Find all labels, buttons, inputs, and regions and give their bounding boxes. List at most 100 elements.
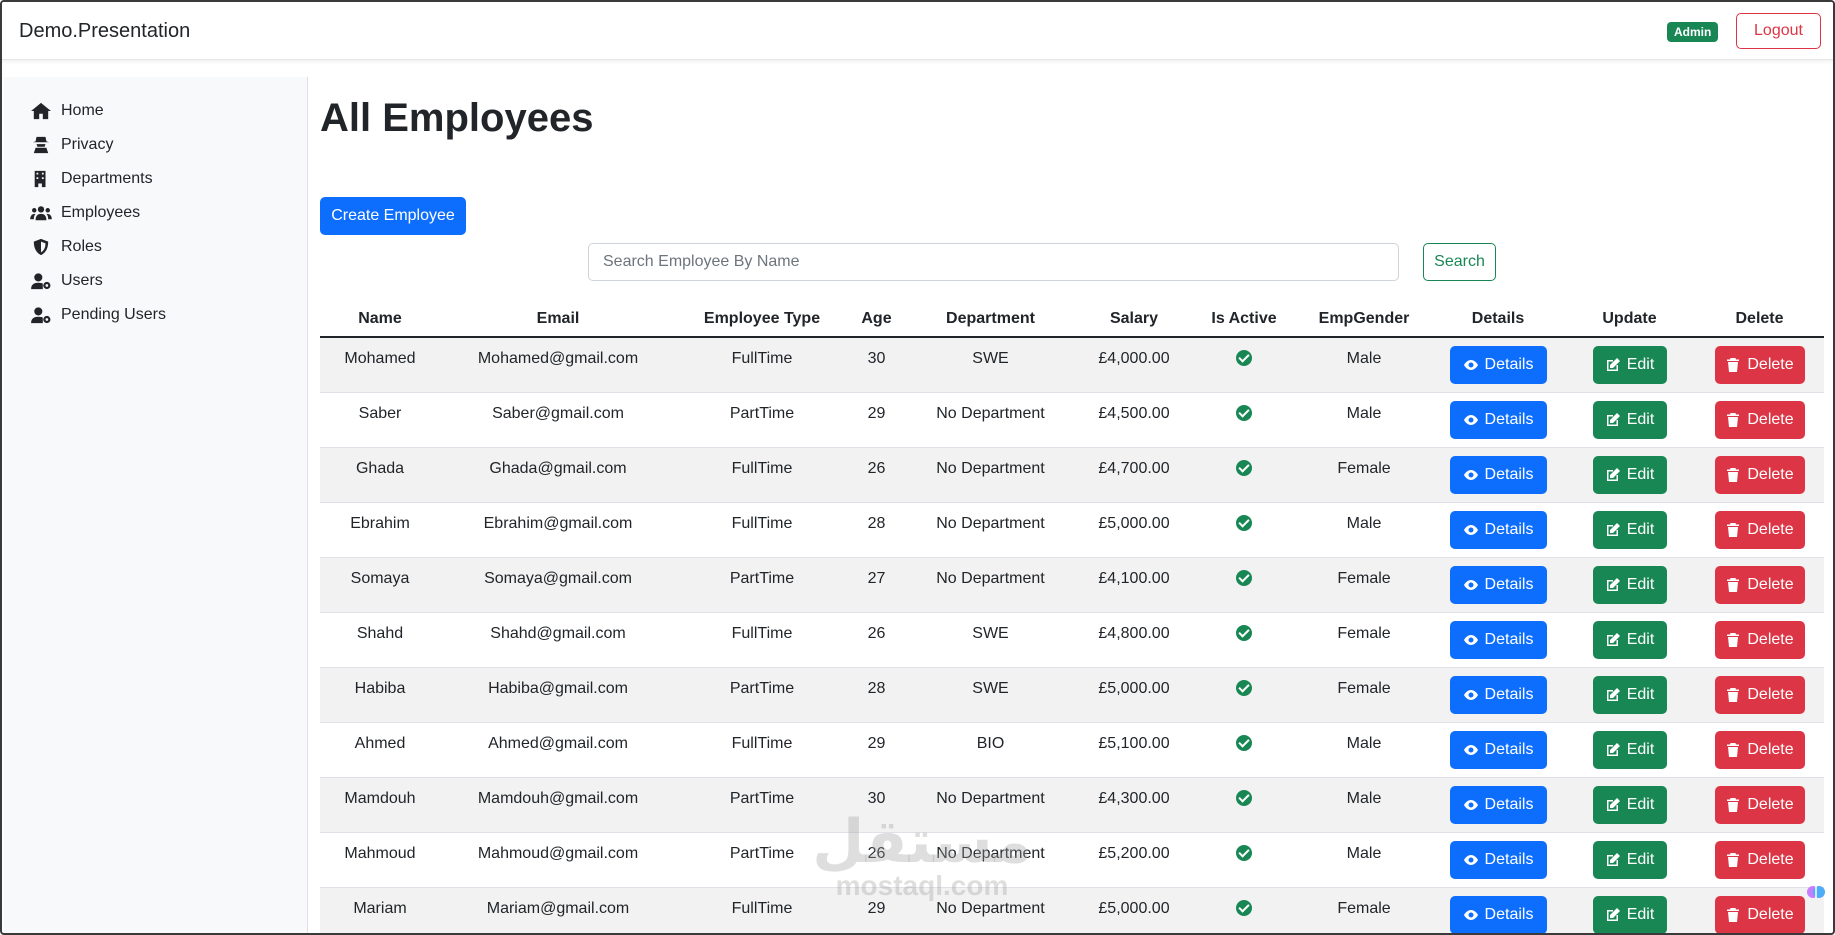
details-button[interactable]: Details xyxy=(1449,400,1547,439)
age-cell: 26 xyxy=(848,832,905,888)
delete-button[interactable]: Delete xyxy=(1714,785,1805,824)
sidebar-item-label: Pending Users xyxy=(61,306,166,323)
details-cell: Details xyxy=(1432,447,1564,503)
details-button[interactable]: Details xyxy=(1449,346,1547,384)
sidebar-item-home[interactable]: Home xyxy=(30,96,104,126)
button-label: Details xyxy=(1484,850,1534,868)
user-secret-icon xyxy=(32,136,50,154)
delete-button[interactable]: Delete xyxy=(1714,346,1805,384)
details-button[interactable]: Details xyxy=(1449,620,1547,659)
edit-button[interactable]: Edit xyxy=(1592,730,1667,769)
sidebar-item-privacy[interactable]: Privacy xyxy=(30,130,113,160)
details-button[interactable]: Details xyxy=(1449,510,1547,549)
trash-icon xyxy=(1727,687,1740,702)
edit-button[interactable]: Edit xyxy=(1592,840,1667,879)
employee-type-cell: FullTime xyxy=(676,502,848,558)
name-cell: Somaya xyxy=(320,557,440,613)
edit-button[interactable]: Edit xyxy=(1592,400,1667,439)
edit-button[interactable]: Edit xyxy=(1592,675,1667,714)
details-button[interactable]: Details xyxy=(1449,565,1547,604)
users-icon xyxy=(30,206,52,221)
edit-icon xyxy=(1606,742,1620,756)
details-button[interactable]: Details xyxy=(1449,675,1547,714)
logout-button[interactable]: Logout xyxy=(1736,13,1821,49)
age-cell: 30 xyxy=(848,337,905,393)
gender-cell: Female xyxy=(1296,447,1432,503)
delete-cell: Delete xyxy=(1695,612,1824,668)
sidebar-item-pending-users[interactable]: Pending Users xyxy=(30,300,166,330)
button-label: Edit xyxy=(1626,850,1655,868)
edit-button[interactable]: Edit xyxy=(1592,565,1667,604)
sidebar-item-departments[interactable]: Departments xyxy=(30,164,153,194)
table-row: Ebrahim Ebrahim@gmail.com FullTime 28 No Dep… xyxy=(320,502,1824,558)
department-cell: No Department xyxy=(905,447,1076,503)
details-cell: Details xyxy=(1432,392,1564,448)
department-cell: SWE xyxy=(905,337,1076,393)
is-active-cell xyxy=(1192,392,1296,448)
edit-button[interactable]: Edit xyxy=(1592,346,1667,384)
building-icon xyxy=(34,170,46,188)
sidebar-item-users[interactable]: Users xyxy=(30,266,103,296)
button-label: Edit xyxy=(1626,520,1655,538)
delete-button[interactable]: Delete xyxy=(1714,730,1805,769)
column-header-email: Email xyxy=(440,302,676,338)
age-cell: 28 xyxy=(848,502,905,558)
eye-icon xyxy=(1463,414,1478,425)
table-header-row: Name Email Employee Type Age Department Salar… xyxy=(320,302,1824,338)
button-label: Details xyxy=(1484,575,1534,593)
edit-button[interactable]: Edit xyxy=(1592,785,1667,824)
edit-button[interactable]: Edit xyxy=(1592,620,1667,659)
brain-icon[interactable] xyxy=(1806,882,1826,902)
delete-button[interactable]: Delete xyxy=(1714,620,1805,659)
edit-button[interactable]: Edit xyxy=(1592,455,1667,494)
button-label: Details xyxy=(1484,520,1534,538)
check-circle-icon xyxy=(1236,844,1252,861)
button-label: Edit xyxy=(1626,905,1655,923)
delete-button[interactable]: Delete xyxy=(1714,675,1805,714)
sidebar-item-label: Employees xyxy=(61,204,141,221)
edit-button[interactable]: Edit xyxy=(1592,510,1667,549)
delete-button[interactable]: Delete xyxy=(1714,840,1805,879)
check-circle-icon xyxy=(1236,459,1252,476)
button-label: Edit xyxy=(1626,630,1655,648)
create-employee-button[interactable]: Create Employee xyxy=(320,197,466,235)
is-active-cell xyxy=(1192,832,1296,888)
email-cell: Ghada@gmail.com xyxy=(440,447,676,503)
delete-button[interactable]: Delete xyxy=(1714,565,1805,604)
brand-link[interactable]: Demo.Presentation xyxy=(19,20,190,43)
edit-icon xyxy=(1606,797,1620,811)
button-label: Edit xyxy=(1626,795,1655,813)
delete-button[interactable]: Delete xyxy=(1714,895,1805,933)
sidebar-item-employees[interactable]: Employees xyxy=(30,198,140,228)
edit-button[interactable]: Edit xyxy=(1592,895,1667,933)
delete-button[interactable]: Delete xyxy=(1714,400,1805,439)
delete-button[interactable]: Delete xyxy=(1714,510,1805,549)
edit-cell: Edit xyxy=(1564,447,1695,503)
salary-cell: £5,000.00 xyxy=(1076,502,1192,558)
is-active-cell xyxy=(1192,667,1296,723)
delete-cell: Delete xyxy=(1695,392,1824,448)
sidebar-item-roles[interactable]: Roles xyxy=(30,232,102,262)
trash-icon xyxy=(1727,358,1740,372)
details-cell: Details xyxy=(1432,777,1564,833)
delete-button[interactable]: Delete xyxy=(1714,455,1805,494)
check-circle-icon xyxy=(1236,789,1252,806)
details-button[interactable]: Details xyxy=(1449,730,1547,769)
edit-icon xyxy=(1606,522,1620,536)
edit-icon xyxy=(1606,358,1620,371)
salary-cell: £5,200.00 xyxy=(1076,832,1192,888)
name-cell: Ghada xyxy=(320,447,440,503)
details-button[interactable]: Details xyxy=(1449,785,1547,824)
search-input[interactable] xyxy=(588,243,1399,281)
details-button[interactable]: Details xyxy=(1449,455,1547,494)
details-button[interactable]: Details xyxy=(1449,895,1547,933)
is-active-cell xyxy=(1192,612,1296,668)
eye-icon xyxy=(1463,799,1478,810)
button-label: Edit xyxy=(1626,685,1655,703)
edit-icon xyxy=(1606,632,1620,646)
details-button[interactable]: Details xyxy=(1449,840,1547,879)
edit-icon xyxy=(1606,412,1620,426)
search-button[interactable]: Search xyxy=(1423,243,1496,281)
delete-cell: Delete xyxy=(1695,722,1824,778)
sidebar: Home Privacy Departments Employees Roles… xyxy=(4,77,308,933)
